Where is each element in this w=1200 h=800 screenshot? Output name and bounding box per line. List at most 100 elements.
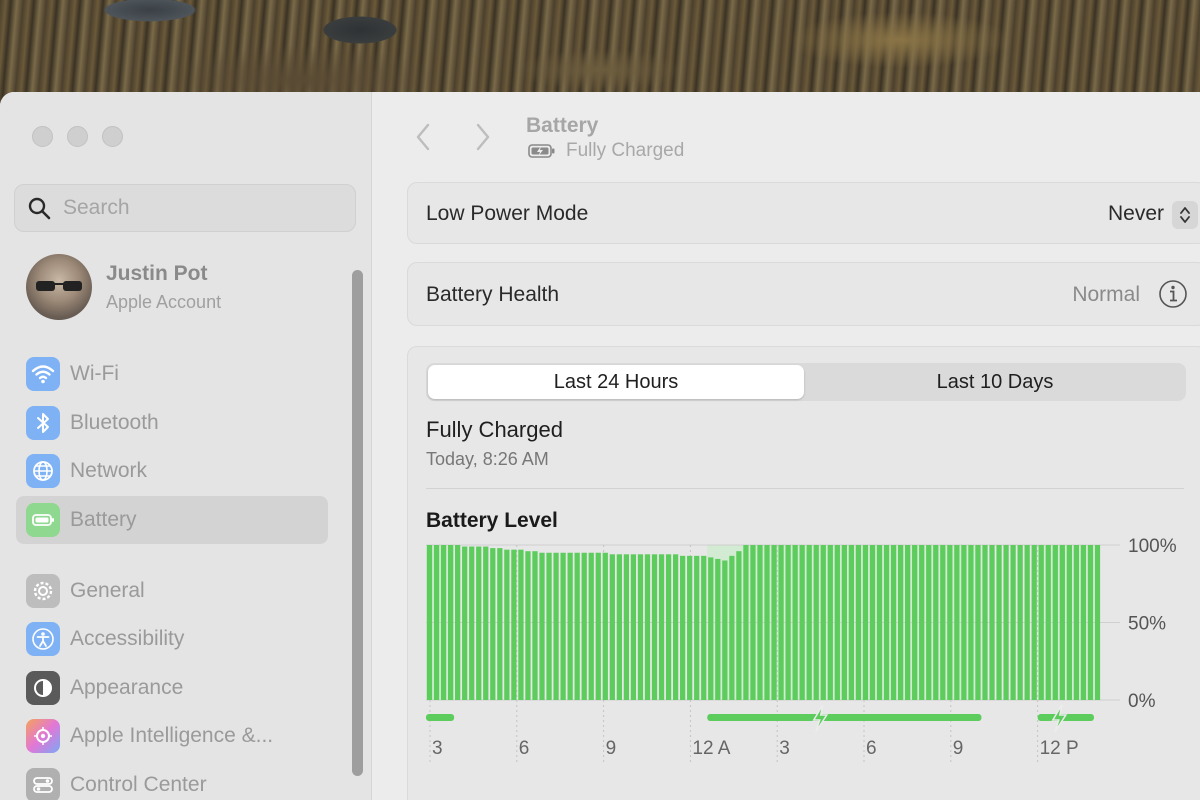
battery-bar xyxy=(792,545,798,700)
info-icon[interactable] xyxy=(1158,279,1188,309)
battery-bar xyxy=(680,555,686,700)
sidebar-item-accessibility[interactable]: Accessibility xyxy=(16,615,328,663)
battery-bar xyxy=(876,545,883,700)
battery-bar xyxy=(897,545,904,700)
time-range-segmented-control: Last 24 Hours Last 10 Days xyxy=(426,363,1186,401)
battery-bar xyxy=(1087,545,1094,700)
zoom-window-button[interactable] xyxy=(102,126,123,147)
x-tick-label: 6 xyxy=(519,738,530,759)
battery-bar xyxy=(1059,545,1065,700)
account-subtitle: Apple Account xyxy=(106,291,222,312)
sidebar-item-label: General xyxy=(70,579,145,602)
battery-bar xyxy=(954,545,960,700)
battery-bar xyxy=(1094,545,1101,700)
x-tick-label: 3 xyxy=(432,738,443,759)
battery-bar xyxy=(1073,545,1080,700)
page-subtitle-text: Fully Charged xyxy=(566,140,685,161)
charge-status-time: Today, 8:26 AM xyxy=(426,449,549,469)
battery-bar xyxy=(455,545,461,700)
battery-bar xyxy=(820,545,826,700)
battery-bar xyxy=(708,557,714,700)
x-tick-label: 9 xyxy=(606,738,617,759)
search-input[interactable] xyxy=(63,196,323,220)
battery-bar xyxy=(862,545,869,700)
battery-charging-icon xyxy=(528,144,555,158)
battery-bar xyxy=(609,554,615,700)
apple-intelligence-icon xyxy=(26,719,60,753)
battery-bar xyxy=(504,549,510,700)
battery-level-chart[interactable]: 100% 50% 0% 3 6 9 12 A 3 6 9 12 P xyxy=(408,535,1200,775)
sunglasses-icon xyxy=(36,281,82,291)
battery-bar xyxy=(469,546,475,700)
bluetooth-icon xyxy=(26,406,60,440)
battery-bar xyxy=(1052,545,1058,700)
battery-bar xyxy=(595,552,601,700)
avatar xyxy=(26,254,92,320)
globe-icon xyxy=(26,454,60,488)
forward-chevron-icon[interactable] xyxy=(473,122,493,152)
battery-bar xyxy=(694,555,700,700)
sidebar: Justin Pot Apple Account Wi-Fi Bluetooth… xyxy=(0,92,372,800)
main-panel: Battery Fully Charged Low Power Mode Nev… xyxy=(373,92,1200,800)
battery-bar xyxy=(757,545,763,700)
sidebar-item-appearance[interactable]: Appearance xyxy=(16,664,328,712)
battery-bar xyxy=(834,545,840,700)
charging-strip xyxy=(426,714,455,721)
battery-bar xyxy=(665,554,672,700)
battery-bar xyxy=(912,545,918,700)
battery-bar xyxy=(658,554,665,700)
sidebar-item-network[interactable]: Network xyxy=(16,447,328,495)
battery-health-label: Battery Health xyxy=(426,283,560,306)
minimize-window-button[interactable] xyxy=(67,126,88,147)
sidebar-item-apple-intelligence[interactable]: Apple Intelligence &... xyxy=(16,712,328,760)
battery-bar xyxy=(1031,545,1037,700)
battery-bar xyxy=(567,552,573,700)
battery-bar xyxy=(532,551,538,700)
search-icon xyxy=(28,197,51,220)
low-power-mode-popup-button[interactable] xyxy=(1172,201,1198,229)
battery-bar xyxy=(553,552,559,700)
battery-bar xyxy=(764,545,770,700)
battery-bar xyxy=(447,545,454,700)
battery-bar xyxy=(1066,545,1072,700)
sidebar-item-wifi[interactable]: Wi-Fi xyxy=(16,350,328,398)
battery-bar xyxy=(855,545,862,700)
close-window-button[interactable] xyxy=(32,126,53,147)
battery-bar xyxy=(476,546,482,700)
battery-bar xyxy=(539,552,545,700)
wifi-icon xyxy=(26,357,60,391)
page-subtitle: Fully Charged xyxy=(528,140,684,162)
tab-last-24-hours[interactable]: Last 24 Hours xyxy=(428,365,804,399)
page-title: Battery xyxy=(526,114,599,137)
battery-bar xyxy=(1024,545,1030,700)
sidebar-item-bluetooth[interactable]: Bluetooth xyxy=(16,399,328,447)
battery-bar xyxy=(518,549,524,700)
battery-bar xyxy=(440,545,447,700)
battery-bar xyxy=(919,545,925,700)
battery-bar xyxy=(926,545,932,700)
battery-bar xyxy=(581,552,587,700)
sidebar-item-control-center[interactable]: Control Center xyxy=(16,761,328,800)
sidebar-item-battery[interactable]: Battery xyxy=(16,496,328,544)
battery-bar xyxy=(996,545,1002,700)
battery-bar xyxy=(785,545,791,700)
tab-last-10-days[interactable]: Last 10 Days xyxy=(806,365,1184,399)
battery-usage-card: Last 24 Hours Last 10 Days Fully Charged… xyxy=(407,346,1200,800)
sidebar-item-label: Accessibility xyxy=(70,627,185,650)
low-power-mode-value[interactable]: Never xyxy=(1108,202,1164,226)
battery-bar xyxy=(1017,545,1023,700)
charging-bolt-icon xyxy=(1051,704,1068,733)
apple-account[interactable]: Justin Pot Apple Account xyxy=(26,254,221,320)
battery-bar xyxy=(483,546,489,700)
battery-bar xyxy=(961,545,967,700)
battery-bar xyxy=(490,548,496,700)
sidebar-item-general[interactable]: General xyxy=(16,567,328,615)
battery-bar xyxy=(827,545,833,700)
battery-bar xyxy=(1038,545,1044,700)
search-field[interactable] xyxy=(14,184,356,232)
battery-bar xyxy=(426,545,433,700)
sidebar-scrollbar[interactable] xyxy=(352,270,363,776)
battery-bar xyxy=(511,549,517,700)
back-chevron-icon[interactable] xyxy=(413,122,433,152)
y-tick-label: 0% xyxy=(1128,691,1156,712)
